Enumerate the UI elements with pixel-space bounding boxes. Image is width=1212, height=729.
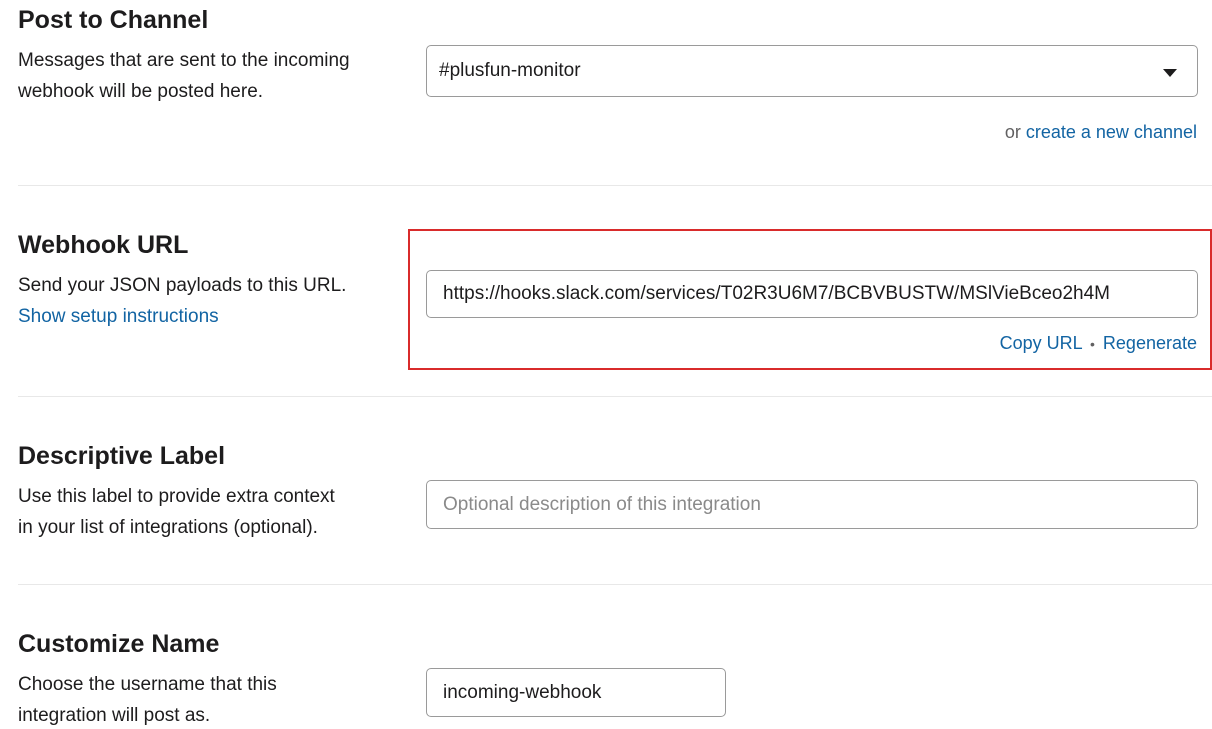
separator-dot: • (1090, 336, 1095, 352)
or-text: or (1004, 122, 1021, 142)
integration-settings-page: Post to Channel Messages that are sent t… (0, 0, 1212, 729)
customize-name-title: Customize Name (18, 630, 220, 658)
webhook-actions-row: Copy URL • Regenerate (1000, 332, 1197, 355)
customize-name-description: Choose the username that this integratio… (18, 669, 398, 729)
description-line: Send your JSON payloads to this URL. (18, 275, 347, 296)
descriptive-label-input[interactable] (426, 480, 1198, 529)
post-to-channel-title: Post to Channel (18, 6, 209, 34)
descriptive-label-title: Descriptive Label (18, 442, 226, 470)
channel-select-value: #plusfun-monitor (439, 60, 581, 81)
webhook-url-field[interactable] (426, 270, 1198, 318)
copy-url-link[interactable]: Copy URL (1000, 333, 1082, 353)
caret-down-icon (1163, 69, 1177, 77)
show-setup-instructions-link[interactable]: Show setup instructions (18, 301, 398, 332)
section-divider (18, 396, 1212, 397)
section-divider (18, 185, 1212, 186)
username-input[interactable] (426, 668, 726, 717)
create-channel-row: or create a new channel (1005, 121, 1197, 143)
create-channel-link[interactable]: create a new channel (1026, 122, 1197, 142)
section-divider (18, 584, 1212, 585)
channel-select[interactable]: #plusfun-monitor (426, 45, 1198, 97)
descriptive-label-description: Use this label to provide extra context … (18, 481, 398, 543)
description-line: integration will post as. (18, 705, 211, 726)
description-line: Choose the username that this (18, 674, 277, 695)
regenerate-link[interactable]: Regenerate (1103, 333, 1197, 353)
webhook-url-title: Webhook URL (18, 231, 189, 259)
description-line: webhook will be posted here. (18, 81, 264, 102)
webhook-url-description: Send your JSON payloads to this URL. Sho… (18, 270, 398, 332)
post-to-channel-description: Messages that are sent to the incoming w… (18, 45, 398, 107)
description-line: in your list of integrations (optional). (18, 517, 318, 538)
description-line: Use this label to provide extra context (18, 486, 335, 507)
description-line: Messages that are sent to the incoming (18, 50, 350, 71)
